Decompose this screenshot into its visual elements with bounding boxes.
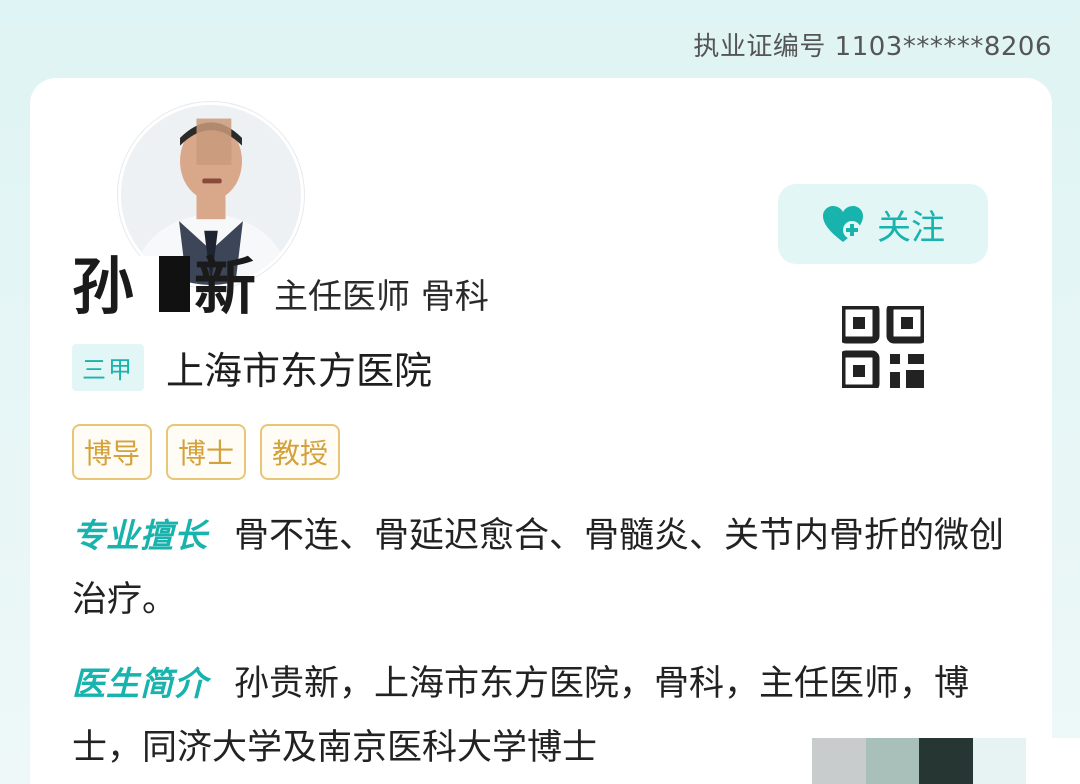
- redaction-block: [138, 256, 191, 312]
- hospital-grade-badge: 三甲: [72, 344, 144, 391]
- doctor-name-first: 孙: [72, 250, 135, 323]
- doctor-name-row: 孙 新 主任医师 骨科: [72, 236, 489, 326]
- doctor-name-last: 新: [194, 250, 257, 323]
- specialty-heading: 专业擅长: [72, 516, 208, 555]
- license-number: 执业证编号 1103******8206: [693, 32, 1052, 62]
- specialty-section: 专业擅长 骨不连、骨延迟愈合、骨髓炎、关节内骨折的微创治疗。: [72, 504, 1012, 632]
- heart-plus-icon: [823, 206, 863, 242]
- follow-label: 关注: [877, 207, 945, 248]
- intro-heading: 医生简介: [72, 664, 208, 703]
- tag-item: 博士: [166, 424, 247, 480]
- qr-code-icon[interactable]: [842, 306, 924, 388]
- follow-button[interactable]: 关注: [778, 184, 988, 264]
- doctor-name: 孙 新: [72, 236, 256, 326]
- blurred-overlay: [812, 738, 1080, 784]
- specialty-text: 骨不连、骨延迟愈合、骨髓炎、关节内骨折的微创治疗。: [72, 516, 1005, 620]
- doctor-tags: 博导 博士 教授: [72, 424, 341, 480]
- hospital-name[interactable]: 上海市东方医院: [166, 340, 432, 395]
- tag-item: 博导: [72, 424, 153, 480]
- doctor-title-department: 主任医师 骨科: [274, 277, 489, 317]
- hospital-row: 三甲 上海市东方医院: [72, 340, 432, 395]
- tag-item: 教授: [260, 424, 341, 480]
